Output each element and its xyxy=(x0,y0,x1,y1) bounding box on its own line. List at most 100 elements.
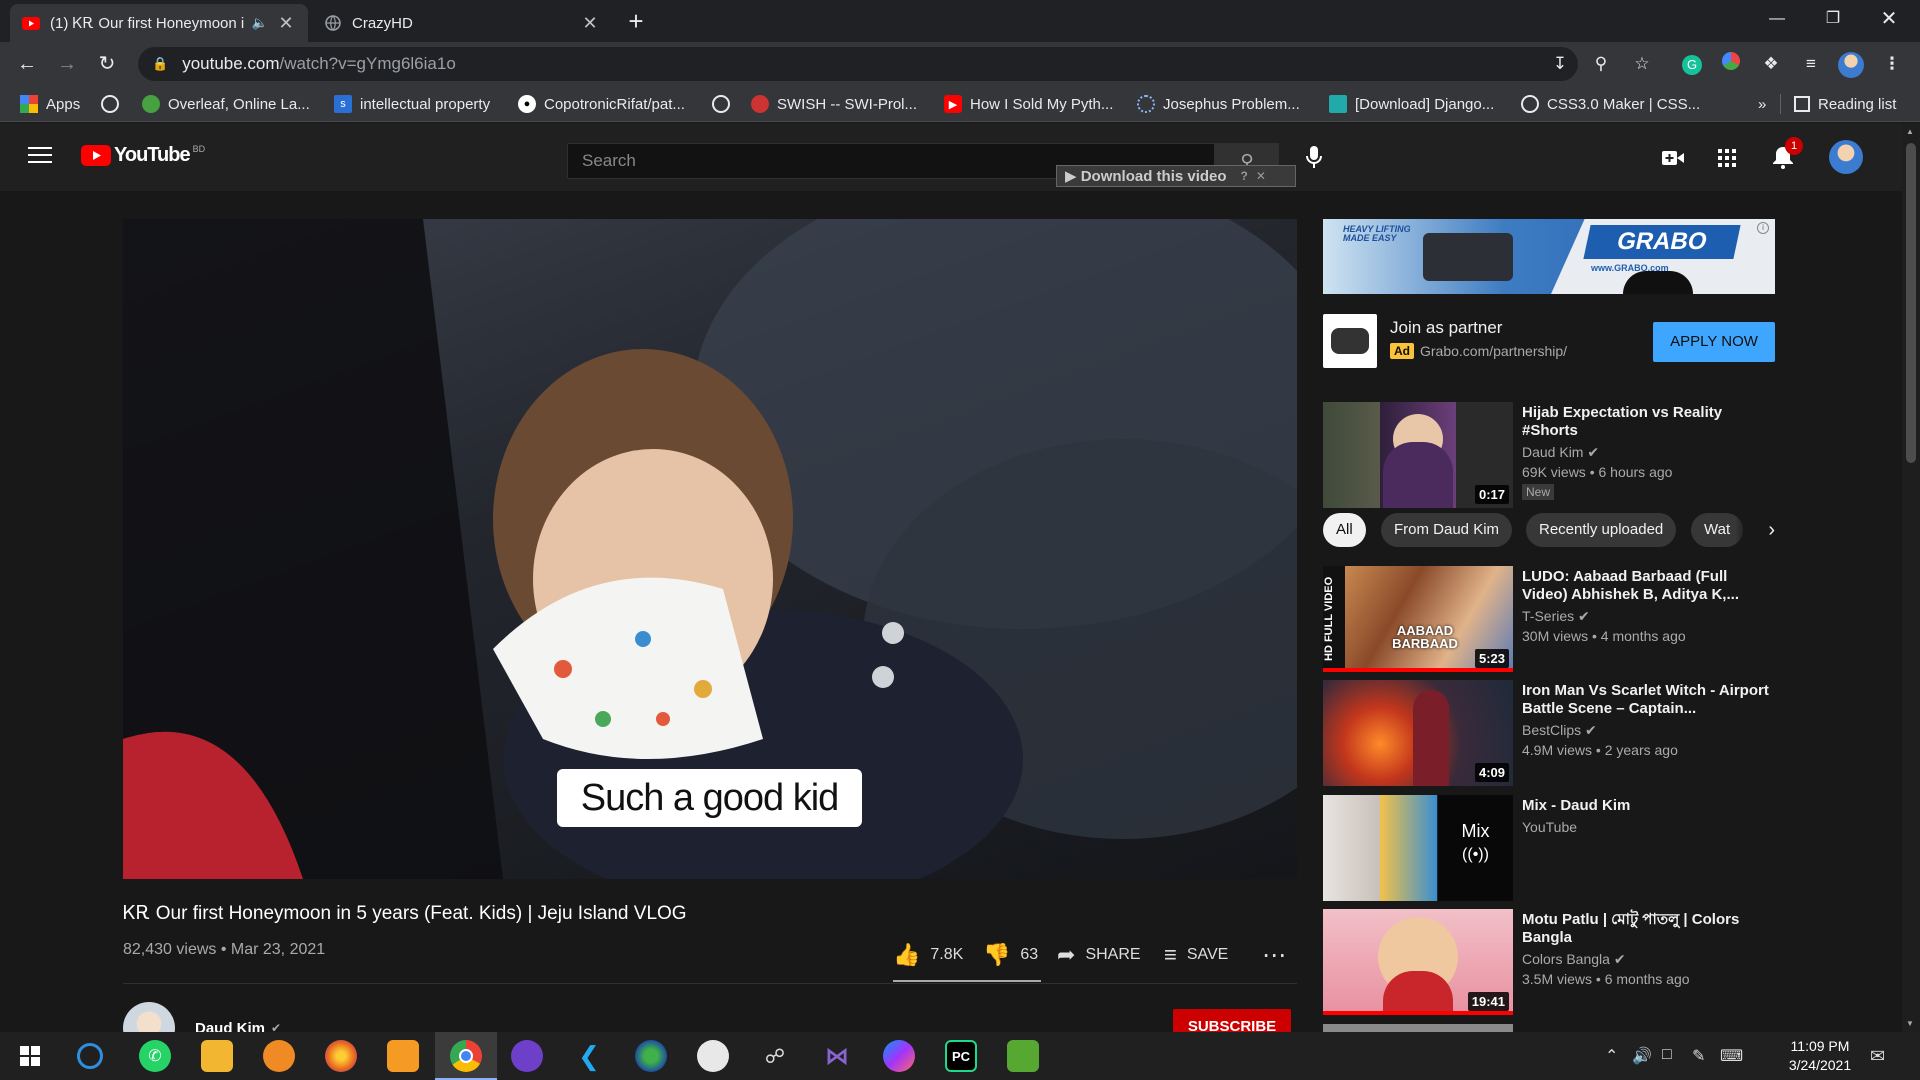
close-window-button[interactable]: ✕ xyxy=(1866,4,1912,34)
like-button[interactable]: 👍 7.8K xyxy=(893,940,963,970)
brave-icon[interactable] xyxy=(263,1040,295,1072)
github-desktop-icon[interactable] xyxy=(511,1040,543,1072)
pen-icon[interactable]: ✎ xyxy=(1692,1046,1705,1066)
firefox-icon[interactable] xyxy=(325,1040,357,1072)
recommendation-title[interactable]: LUDO: Aabaad Barbaad (Full Video) Abhish… xyxy=(1522,568,1770,604)
dislike-button[interactable]: 👎 63 xyxy=(983,940,1038,970)
account-avatar[interactable] xyxy=(1829,140,1863,174)
vscode-icon[interactable]: ❮ xyxy=(573,1040,605,1072)
youtube-logo[interactable]: YouTube BD xyxy=(81,144,205,167)
recommendation-channel[interactable]: Daud Kim ✔ xyxy=(1522,444,1599,461)
bookmark-globe-2[interactable] xyxy=(712,92,738,116)
address-bar[interactable]: 🔒 youtube.com/watch?v=gYmg6l6ia1o xyxy=(138,47,1578,81)
bookmark-github[interactable]: ● CopotronicRifat/pat... xyxy=(518,92,685,116)
visual-studio-icon[interactable]: ⋈ xyxy=(821,1040,853,1072)
zoom-icon[interactable]: ⚲ xyxy=(1589,52,1613,76)
chip-all[interactable]: All xyxy=(1323,513,1366,547)
lock-icon[interactable]: 🔒 xyxy=(152,56,168,72)
recommendation-title[interactable]: Motu Patlu | মোটু পাতলু | Colors Bangla xyxy=(1522,911,1770,947)
reading-list-button[interactable]: Reading list xyxy=(1794,92,1896,116)
bookmark-swish[interactable]: SWISH -- SWI-Prol... xyxy=(751,92,917,116)
ad-info-icon[interactable]: i xyxy=(1757,222,1769,234)
extensions-puzzle-icon[interactable]: ❖ xyxy=(1759,52,1783,76)
recommendation-channel[interactable]: Colors Bangla ✔ xyxy=(1522,951,1626,968)
notification-center-icon[interactable]: ✉ xyxy=(1870,1046,1885,1067)
satellite-app-icon[interactable]: ☍ xyxy=(759,1040,791,1072)
create-video-icon[interactable] xyxy=(1662,151,1684,170)
bookmark-josephus[interactable]: Josephus Problem... xyxy=(1137,92,1300,116)
video-thumbnail[interactable]: HD FULL VIDEO AABAAD BARBAAD 5:23 xyxy=(1323,566,1513,672)
bookmark-apps[interactable]: Apps xyxy=(20,92,80,116)
share-button[interactable]: ➦ SHARE xyxy=(1057,940,1141,970)
system-clock[interactable]: 11:09 PM 3/24/2021 xyxy=(1770,1037,1870,1075)
speaker-icon[interactable]: 🔈 xyxy=(252,15,268,31)
bookmarks-overflow-button[interactable]: » xyxy=(1758,92,1766,116)
video-thumbnail[interactable]: 19:41 xyxy=(1323,909,1513,1015)
bookmark-django[interactable]: [Download] Django... xyxy=(1329,92,1494,116)
extension-icon[interactable] xyxy=(1719,52,1743,76)
pycharm-icon[interactable]: PC xyxy=(945,1040,977,1072)
bookmark-star-icon[interactable]: ☆ xyxy=(1630,52,1654,76)
recommendation-title[interactable]: Mix - Daud Kim xyxy=(1522,797,1770,815)
chip-from-daud-kim[interactable]: From Daud Kim xyxy=(1381,513,1513,547)
reload-button[interactable]: ↻ xyxy=(93,50,121,78)
recommendation-channel[interactable]: YouTube xyxy=(1522,819,1577,835)
maps-app-icon[interactable] xyxy=(635,1040,667,1072)
video-thumbnail[interactable]: Mix ((•)) xyxy=(1323,795,1513,901)
download-video-bar[interactable]: ▶ Download this video ? ✕ xyxy=(1056,165,1296,187)
recommendation-item[interactable]: 19:41 Motu Patlu | মোটু পাতলু | Colors B… xyxy=(1323,909,1775,1015)
network-icon[interactable]: □ xyxy=(1662,1046,1672,1064)
minimize-window-button[interactable]: — xyxy=(1754,4,1800,34)
help-icon[interactable]: ? xyxy=(1241,169,1248,183)
recommendation-item[interactable]: 4:09 Iron Man Vs Scarlet Witch - Airport… xyxy=(1323,680,1775,786)
more-actions-icon[interactable]: ⋯ xyxy=(1262,940,1287,970)
messenger-icon[interactable] xyxy=(883,1040,915,1072)
recommendation-item[interactable]: HD FULL VIDEO AABAAD BARBAAD 5:23 LUDO: … xyxy=(1323,566,1775,672)
install-app-icon[interactable]: ↧ xyxy=(1548,52,1572,76)
recommendation-title[interactable]: Hijab Expectation vs Reality #Shorts xyxy=(1522,404,1770,440)
video-thumbnail[interactable]: 4:09 xyxy=(1323,680,1513,786)
new-tab-button[interactable]: + xyxy=(620,6,652,38)
back-button[interactable]: ← xyxy=(13,50,41,78)
browser-tab-crazyhd[interactable]: CrazyHD ✕ xyxy=(312,4,612,42)
recommendation-channel[interactable]: T-Series ✔ xyxy=(1522,608,1590,625)
video-player[interactable]: Such a good kid xyxy=(123,219,1297,879)
keyboard-icon[interactable]: ⌨ xyxy=(1720,1046,1743,1066)
recommendation-channel[interactable]: BestClips ✔ xyxy=(1522,722,1597,739)
bookmark-youtube[interactable]: ▶ How I Sold My Pyth... xyxy=(944,92,1113,116)
windows-start-icon[interactable] xyxy=(14,1040,46,1072)
scroll-down-icon[interactable]: ▼ xyxy=(1906,1019,1914,1028)
forward-button[interactable]: → xyxy=(53,50,81,78)
volume-icon[interactable]: 🔊 xyxy=(1632,1046,1652,1066)
scroll-up-icon[interactable]: ▲ xyxy=(1906,127,1914,136)
file-explorer-icon[interactable] xyxy=(201,1040,233,1072)
restore-window-button[interactable]: ❐ xyxy=(1810,4,1856,34)
browser-tab-youtube[interactable]: (1) ᏦᎡ Our first Honeymoon i 🔈 ✕ xyxy=(10,4,308,42)
sublime-app-icon[interactable] xyxy=(387,1040,419,1072)
apply-now-button[interactable]: APPLY NOW xyxy=(1653,322,1775,362)
hamburger-menu-icon[interactable] xyxy=(28,147,52,165)
close-icon[interactable]: ✕ xyxy=(1256,169,1266,183)
recommendation-title[interactable]: Iron Man Vs Scarlet Witch - Airport Batt… xyxy=(1522,682,1770,718)
cortana-icon[interactable] xyxy=(77,1043,103,1069)
recommendation-item[interactable]: 0:17 Hijab Expectation vs Reality #Short… xyxy=(1323,402,1775,508)
save-button[interactable]: ≡ SAVE xyxy=(1164,940,1228,970)
profile-avatar[interactable] xyxy=(1838,52,1864,78)
bookmark-overleaf[interactable]: Overleaf, Online La... xyxy=(142,92,310,116)
microphone-icon[interactable] xyxy=(1306,146,1322,170)
bookmark-css3-maker[interactable]: CSS3.0 Maker | CSS... xyxy=(1521,92,1700,116)
close-tab-icon[interactable]: ✕ xyxy=(276,13,296,34)
grammarly-extension-icon[interactable]: G xyxy=(1680,52,1704,76)
chip-recently-uploaded[interactable]: Recently uploaded xyxy=(1526,513,1677,547)
page-scrollbar[interactable]: ▲ ▼ xyxy=(1902,123,1920,1032)
ad-banner[interactable]: HEAVY LIFTING MADE EASY GRABO www.GRABO.… xyxy=(1323,219,1775,294)
bookmark-intellectual-property[interactable]: s intellectual property xyxy=(334,92,490,116)
image-viewer-icon[interactable] xyxy=(1007,1040,1039,1072)
media-control-icon[interactable]: ≡ xyxy=(1799,52,1823,76)
whatsapp-icon[interactable]: ✆ xyxy=(139,1040,171,1072)
browser-menu-icon[interactable]: ⋮ xyxy=(1880,52,1904,76)
video-thumbnail[interactable]: 0:17 xyxy=(1323,402,1513,508)
scrollbar-thumb[interactable] xyxy=(1906,143,1916,463)
chevron-right-icon[interactable]: › xyxy=(1735,513,1775,547)
notifications-bell-icon[interactable]: 1 xyxy=(1773,137,1803,174)
